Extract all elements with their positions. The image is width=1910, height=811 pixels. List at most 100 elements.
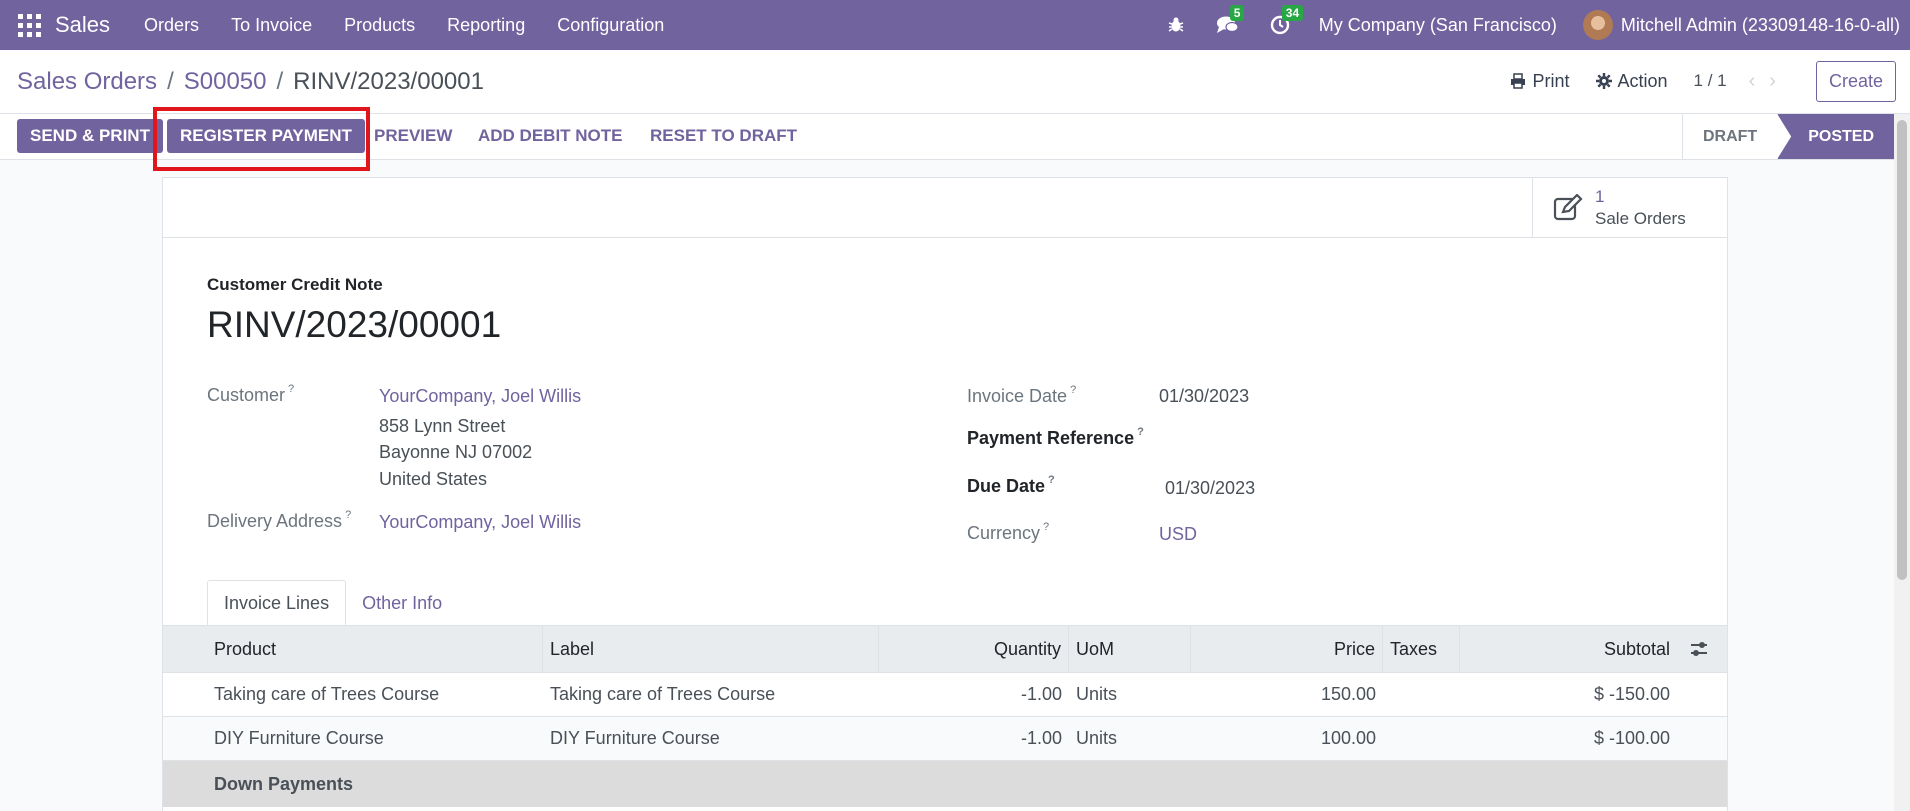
- document-name: RINV/2023/00001: [207, 304, 502, 345]
- app-name[interactable]: Sales: [55, 12, 110, 38]
- customer-address-line-1: 858 Lynn Street: [379, 416, 506, 436]
- section-down-payments[interactable]: Down Payments: [163, 761, 1727, 807]
- print-button[interactable]: Print: [1510, 70, 1570, 92]
- row-uom: Units: [1076, 728, 1118, 748]
- edit-icon: [1553, 194, 1583, 221]
- payment-reference-label: Payment Reference?: [967, 426, 1144, 448]
- sale-orders-smart-button[interactable]: 1 Sale Orders: [1532, 178, 1727, 238]
- bug-icon[interactable]: [1163, 12, 1189, 38]
- header-subtotal[interactable]: Subtotal: [1460, 626, 1677, 672]
- user-menu[interactable]: Mitchell Admin (23309148-16-0-all): [1621, 15, 1900, 36]
- help-tooltip-icon[interactable]: ?: [345, 509, 351, 521]
- menu-to-invoice[interactable]: To Invoice: [215, 15, 328, 36]
- due-date-value[interactable]: 01/30/2023: [1165, 478, 1255, 499]
- document-type: Customer Credit Note: [207, 275, 383, 294]
- pager-value[interactable]: 1 / 1: [1694, 71, 1727, 91]
- delivery-address-link[interactable]: YourCompany, Joel Willis: [379, 512, 581, 533]
- action-button[interactable]: Action: [1595, 70, 1668, 92]
- invoice-date-value[interactable]: 01/30/2023: [1159, 386, 1249, 407]
- header-price[interactable]: Price: [1191, 626, 1383, 672]
- row-subtotal: $ -150.00: [1593, 684, 1670, 704]
- pager: 1 / 1 ‹›: [1694, 70, 1790, 93]
- table-header: Product Label Quantity UoM Price Taxes S…: [163, 626, 1727, 673]
- menu-configuration[interactable]: Configuration: [541, 15, 680, 36]
- gear-icon: [1595, 73, 1612, 89]
- breadcrumb: Sales Orders / S00050 / RINV/2023/00001: [17, 68, 484, 96]
- row-uom: Units: [1076, 684, 1118, 704]
- reset-to-draft-button[interactable]: Reset to Draft: [637, 119, 810, 153]
- help-tooltip-icon[interactable]: ?: [288, 383, 294, 395]
- header-uom[interactable]: UoM: [1069, 626, 1191, 672]
- company-switcher[interactable]: My Company (San Francisco): [1319, 15, 1557, 36]
- table-row[interactable]: Taking care of Trees Course Taking care …: [163, 673, 1727, 717]
- sale-orders-count: 1: [1595, 187, 1605, 206]
- main-menu: Orders To Invoice Products Reporting Con…: [128, 15, 680, 36]
- print-icon: [1511, 73, 1526, 89]
- activity-clock-icon[interactable]: 34: [1267, 5, 1304, 38]
- table-row[interactable]: DIY Furniture Course DIY Furniture Cours…: [163, 717, 1727, 761]
- breadcrumb-separator: /: [276, 68, 284, 95]
- notebook-tabs: Invoice Lines Other Info: [207, 580, 458, 626]
- currency-label: Currency?: [967, 521, 1050, 543]
- header-label[interactable]: Label: [543, 626, 879, 672]
- chevron-right-icon[interactable]: ›: [1769, 70, 1790, 92]
- help-tooltip-icon[interactable]: ?: [1137, 426, 1144, 438]
- chevron-left-icon[interactable]: ‹: [1749, 70, 1770, 92]
- row-price: 100.00: [1320, 728, 1376, 748]
- row-taxes: [1383, 717, 1460, 760]
- tab-other-info[interactable]: Other Info: [346, 580, 458, 626]
- status-stages: DRAFT POSTED: [1681, 114, 1894, 159]
- due-date-label: Due Date?: [967, 474, 1055, 496]
- customer-address-line-3: United States: [379, 469, 488, 489]
- row-quantity: -1.00: [1020, 728, 1062, 748]
- messages-count-badge: 5: [1229, 5, 1245, 21]
- smart-button-box: 1 Sale Orders: [163, 178, 1727, 238]
- print-label: Print: [1532, 70, 1570, 91]
- activities-count-badge: 34: [1281, 5, 1304, 21]
- action-label: Action: [1617, 70, 1668, 91]
- invoice-lines-table: Product Label Quantity UoM Price Taxes S…: [163, 626, 1727, 807]
- breadcrumb-sales-orders[interactable]: Sales Orders: [17, 68, 157, 96]
- register-payment-highlight: [153, 107, 370, 171]
- menu-products[interactable]: Products: [328, 15, 431, 36]
- page-scrollbar[interactable]: [1894, 114, 1910, 811]
- breadcrumb-order[interactable]: S00050: [184, 68, 267, 96]
- user-avatar[interactable]: [1582, 10, 1613, 40]
- delivery-address-label: Delivery Address?: [207, 509, 352, 531]
- menu-reporting[interactable]: Reporting: [431, 15, 541, 36]
- row-quantity: -1.00: [1020, 684, 1062, 704]
- help-tooltip-icon[interactable]: ?: [1048, 474, 1055, 486]
- customer-label: Customer?: [207, 383, 295, 405]
- create-button[interactable]: Create: [1815, 60, 1896, 102]
- optional-columns-icon[interactable]: [1677, 626, 1721, 672]
- control-panel: Sales Orders / S00050 / RINV/2023/00001 …: [0, 50, 1910, 114]
- add-debit-note-button[interactable]: Add Debit Note: [465, 119, 636, 153]
- row-label: Taking care of Trees Course: [550, 684, 776, 704]
- scrollbar-thumb[interactable]: [1897, 120, 1907, 580]
- form-sheet: 1 Sale Orders Customer Credit Note RINV/…: [162, 177, 1728, 811]
- preview-button[interactable]: Preview: [361, 119, 465, 153]
- breadcrumb-separator: /: [167, 68, 174, 95]
- stage-posted[interactable]: POSTED: [1777, 114, 1894, 159]
- customer-link[interactable]: YourCompany, Joel Willis: [379, 386, 581, 407]
- currency-link[interactable]: USD: [1159, 524, 1197, 545]
- send-print-button[interactable]: Send & Print: [17, 119, 163, 153]
- header-taxes[interactable]: Taxes: [1383, 626, 1460, 672]
- tab-invoice-lines[interactable]: Invoice Lines: [207, 580, 347, 626]
- messages-icon[interactable]: 5: [1215, 5, 1245, 38]
- apps-menu-icon[interactable]: [17, 13, 41, 37]
- breadcrumb-current: RINV/2023/00001: [293, 68, 484, 95]
- header-quantity[interactable]: Quantity: [879, 626, 1069, 672]
- row-price: 150.00: [1320, 684, 1376, 704]
- help-tooltip-icon[interactable]: ?: [1043, 521, 1049, 533]
- stage-draft[interactable]: DRAFT: [1681, 114, 1777, 159]
- row-product: Taking care of Trees Course: [214, 684, 440, 704]
- row-subtotal: $ -100.00: [1593, 728, 1670, 748]
- row-taxes: [1383, 673, 1460, 716]
- menu-orders[interactable]: Orders: [128, 15, 215, 36]
- row-label: DIY Furniture Course: [550, 728, 720, 748]
- customer-address-line-2: Bayonne NJ 07002: [379, 442, 533, 462]
- row-product: DIY Furniture Course: [214, 728, 384, 748]
- help-tooltip-icon[interactable]: ?: [1070, 384, 1076, 396]
- header-product[interactable]: Product: [207, 626, 543, 672]
